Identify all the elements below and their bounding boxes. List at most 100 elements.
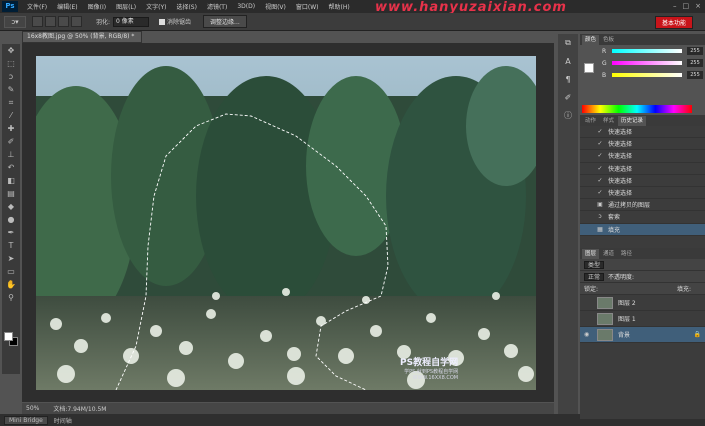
menu-help[interactable]: 帮助(H) [324, 2, 355, 11]
layer-kind-filter[interactable]: 类型 [584, 260, 605, 269]
eyedropper-tool-icon[interactable]: ⁄ [2, 109, 20, 122]
menu-view[interactable]: 视图(V) [260, 2, 291, 11]
document-tab[interactable]: 16x8教图.jpg @ 50% (背景, RGB/8) * [22, 31, 142, 43]
subtract-selection-button[interactable] [58, 16, 69, 27]
antialias-checkbox[interactable]: 消除锯齿 [159, 17, 191, 26]
history-panel-icon[interactable]: ⧉ [558, 34, 578, 52]
feather-input[interactable]: 0 像素 [113, 16, 150, 27]
pen-tool-icon[interactable]: ✒ [2, 226, 20, 239]
g-value[interactable]: 255 [687, 59, 703, 67]
workspace-essentials[interactable]: 基本功能 [654, 16, 693, 29]
slider-g[interactable]: G 255 [580, 57, 705, 69]
paragraph-panel-icon[interactable]: ¶ [558, 70, 578, 88]
history-item[interactable]: ✓ 快速选择 [580, 163, 705, 175]
history-label: 快速选择 [608, 153, 633, 161]
brush-panel-icon[interactable]: ✐ [558, 88, 578, 106]
healing-tool-icon[interactable]: ✚ [2, 122, 20, 135]
fill-label: 填充: [676, 286, 691, 293]
checkbox-icon [159, 18, 166, 25]
timeline-tab[interactable]: 时间轴 [54, 416, 72, 425]
menu-3d[interactable]: 3D(D) [232, 3, 260, 10]
menu-select[interactable]: 选择(S) [171, 2, 202, 11]
g-bar[interactable] [612, 61, 682, 65]
zoom-level[interactable]: 50% [26, 405, 39, 412]
layer-row[interactable]: 图层 1 [580, 311, 705, 327]
new-selection-button[interactable] [32, 16, 43, 27]
mini-bridge-tab[interactable]: Mini Bridge [4, 415, 48, 425]
menu-layer[interactable]: 图层(L) [111, 2, 141, 11]
slider-r[interactable]: R 255 [580, 45, 705, 57]
path-select-tool-icon[interactable]: ➤ [2, 252, 20, 265]
properties-panel-icon[interactable]: ⓘ [558, 106, 578, 124]
history-item[interactable]: ✓ 快速选择 [580, 175, 705, 187]
refine-edge-button[interactable]: 调整边缘... [203, 15, 247, 28]
menu-window[interactable]: 窗口(W) [291, 2, 324, 11]
stamp-tool-icon[interactable]: ⊥ [2, 148, 20, 161]
eye-icon[interactable]: ◉ [584, 331, 592, 338]
brush-icon: ✓ [597, 176, 603, 184]
color-spectrum[interactable] [582, 105, 692, 113]
r-bar[interactable] [612, 49, 682, 53]
tab-paths[interactable]: 路径 [618, 249, 635, 259]
blend-mode-select[interactable]: 正常 [584, 272, 605, 281]
slider-b[interactable]: B 255 [580, 69, 705, 81]
intersect-selection-button[interactable] [71, 16, 82, 27]
lasso-icon: ↄ▾ [11, 17, 19, 26]
type-tool-icon[interactable]: T [2, 239, 20, 252]
history-item[interactable]: ✓ 快速选择 [580, 187, 705, 200]
menu-file[interactable]: 文件(F) [22, 2, 52, 11]
tab-color[interactable]: 颜色 [582, 35, 600, 45]
crop-tool-icon[interactable]: ⌗ [2, 96, 20, 109]
tab-styles[interactable]: 样式 [600, 116, 617, 126]
add-selection-button[interactable] [45, 16, 56, 27]
history-item[interactable]: ▦ 填充 [580, 223, 705, 236]
tab-history[interactable]: 历史记录 [618, 116, 647, 126]
minimize-button[interactable]: – [673, 2, 677, 10]
menu-edit[interactable]: 编辑(E) [52, 2, 82, 11]
layer-row[interactable]: ◉ 背景 🔒 [580, 327, 705, 343]
marquee-tool-icon[interactable]: ⬚ [2, 57, 20, 70]
r-value[interactable]: 255 [687, 47, 703, 55]
maximize-button[interactable]: □ [683, 2, 690, 10]
brush-icon: ✓ [597, 152, 603, 160]
lasso-tool-icon[interactable]: ↄ [2, 70, 20, 83]
history-item[interactable]: ✓ 快速选择 [580, 138, 705, 151]
layer-row[interactable]: 图层 2 [580, 295, 705, 311]
menu-type[interactable]: 文字(Y) [141, 2, 171, 11]
zoom-tool-icon[interactable]: ⚲ [2, 291, 20, 304]
color-swatches[interactable] [4, 332, 18, 346]
layer-icon: ▣ [597, 201, 603, 209]
shape-tool-icon[interactable]: ▭ [2, 265, 20, 278]
blur-tool-icon[interactable]: ◆ [2, 200, 20, 213]
menu-image[interactable]: 图像(I) [83, 2, 111, 11]
tool-preset-picker[interactable]: ↄ▾ [4, 15, 26, 28]
menu-filter[interactable]: 滤镜(T) [202, 2, 232, 11]
tab-layers[interactable]: 图层 [582, 249, 600, 259]
history-item[interactable]: ✓ 快速选择 [580, 126, 705, 139]
document-canvas[interactable] [36, 56, 536, 390]
b-value[interactable]: 255 [687, 71, 703, 79]
tab-actions[interactable]: 动作 [582, 116, 599, 126]
character-panel-icon[interactable]: A [558, 52, 578, 70]
dodge-tool-icon[interactable]: ● [2, 213, 20, 226]
history-item[interactable]: ▣ 通过拷贝的图层 [580, 199, 705, 212]
r-label: R [602, 47, 607, 55]
close-button[interactable]: × [695, 2, 701, 10]
lock-icon: 🔒 [693, 331, 701, 338]
foreground-color[interactable] [4, 332, 13, 341]
history-brush-tool-icon[interactable]: ↶ [2, 161, 20, 174]
layer-thumbnail [597, 296, 613, 309]
quick-select-tool-icon[interactable]: ✎ [2, 83, 20, 96]
hand-tool-icon[interactable]: ✋ [2, 278, 20, 291]
current-color-swatch[interactable] [584, 63, 594, 73]
brush-tool-icon[interactable]: ✐ [2, 135, 20, 148]
eraser-tool-icon[interactable]: ◧ [2, 174, 20, 187]
history-item[interactable]: ↄ 套索 [580, 211, 705, 224]
tab-swatches[interactable]: 色板 [600, 35, 617, 45]
tab-channels[interactable]: 通道 [600, 249, 617, 259]
b-bar[interactable] [612, 73, 682, 77]
gradient-tool-icon[interactable]: ▤ [2, 187, 20, 200]
history-label: 快速选择 [608, 190, 633, 198]
move-tool-icon[interactable]: ✥ [2, 44, 20, 57]
history-item[interactable]: ✓ 快速选择 [580, 150, 705, 163]
